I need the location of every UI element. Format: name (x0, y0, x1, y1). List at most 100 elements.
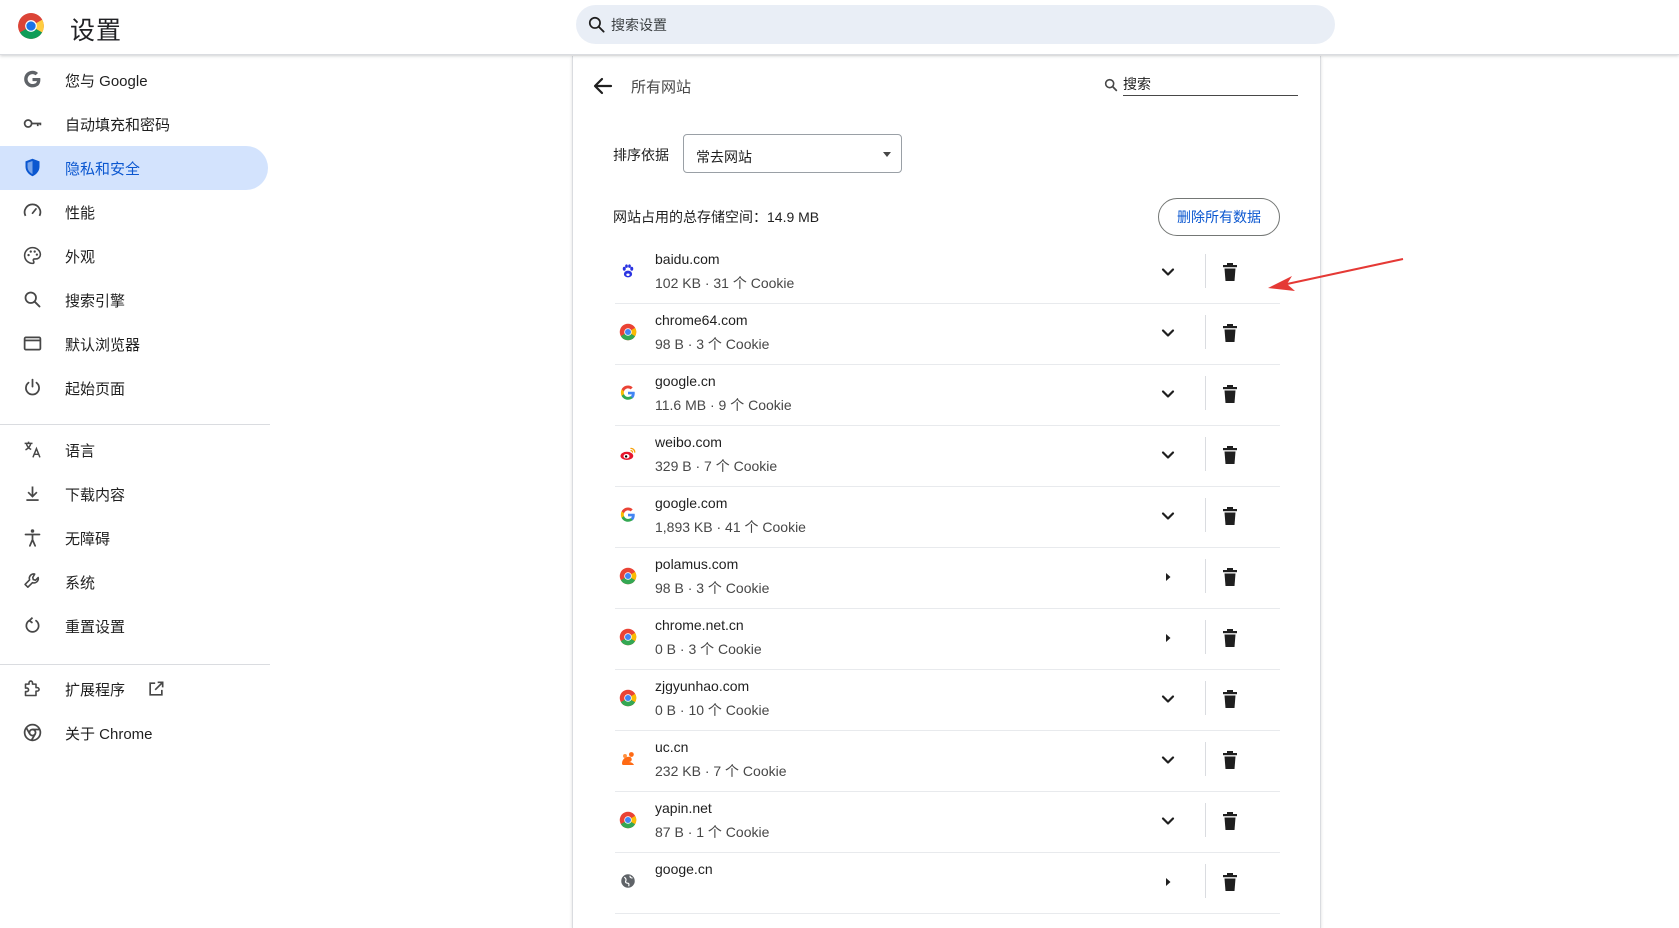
chevron-down-icon[interactable] (1156, 443, 1180, 467)
chevron-down-icon[interactable] (1156, 382, 1180, 406)
sort-dropdown[interactable]: 常去网站 (683, 134, 902, 173)
search-icon (588, 16, 605, 33)
site-storage-info: 87 B · 1 个 Cookie (655, 824, 770, 840)
sidebar-item-autofill[interactable]: 自动填充和密码 (0, 102, 268, 146)
trash-icon[interactable] (1218, 626, 1242, 650)
wrench-icon (24, 573, 40, 588)
sidebar-item-label: 性能 (65, 205, 96, 222)
chevron-down-icon[interactable] (1156, 321, 1180, 345)
sidebar-item-performance[interactable]: 性能 (0, 190, 268, 234)
sidebar-item-languages[interactable]: 语言 (0, 428, 268, 472)
sidebar-item-label: 隐私和安全 (65, 161, 141, 178)
site-name: polamus.com (655, 556, 739, 572)
sort-selected-value: 常去网站 (696, 149, 752, 165)
accessibility-icon (24, 529, 41, 547)
site-row[interactable]: google.cn 11.6 MB · 9 个 Cookie (615, 362, 1280, 426)
row-separator (1205, 803, 1206, 837)
trash-icon[interactable] (1218, 260, 1242, 284)
site-row[interactable]: chrome.net.cn 0 B · 3 个 Cookie (615, 606, 1280, 670)
row-separator (1205, 681, 1206, 715)
row-separator (1205, 315, 1206, 349)
sidebar-item-label: 系统 (65, 575, 96, 592)
trash-icon[interactable] (1218, 748, 1242, 772)
sidebar-item-about-chrome[interactable]: 关于 Chrome (0, 711, 268, 755)
site-row[interactable]: chrome64.com 98 B · 3 个 Cookie (615, 301, 1280, 365)
arrow-right-icon[interactable] (1156, 565, 1180, 589)
sidebar-item-label: 重置设置 (65, 619, 126, 636)
chevron-down-icon[interactable] (1156, 748, 1180, 772)
delete-all-data-button[interactable]: 删除所有数据 (1158, 198, 1280, 236)
chevron-down-icon[interactable] (1156, 504, 1180, 528)
site-storage-info: 0 B · 3 个 Cookie (655, 641, 762, 657)
trash-icon[interactable] (1218, 687, 1242, 711)
sidebar-item-you-and-google[interactable]: 您与 Google (0, 58, 268, 102)
sidebar-item-search-engine[interactable]: 搜索引擎 (0, 278, 268, 322)
site-row[interactable]: polamus.com 98 B · 3 个 Cookie (615, 545, 1280, 609)
browser-window-icon (23, 336, 42, 351)
site-row[interactable]: baidu.com 102 KB · 31 个 Cookie (615, 240, 1280, 304)
site-name: chrome.net.cn (655, 617, 744, 633)
site-row[interactable]: weibo.com 329 B · 7 个 Cookie (615, 423, 1280, 487)
trash-icon[interactable] (1218, 565, 1242, 589)
trash-icon[interactable] (1218, 809, 1242, 833)
sidebar-item-appearance[interactable]: 外观 (0, 234, 268, 278)
app-title: 设置 (70, 17, 123, 45)
sidebar-item-extensions[interactable]: 扩展程序 (0, 667, 268, 711)
total-storage-text: 网站占用的总存储空间：14.9 MB (613, 209, 820, 225)
back-arrow-icon[interactable] (591, 74, 615, 98)
weibo-favicon (619, 445, 637, 463)
palette-icon (23, 246, 42, 265)
site-row[interactable]: google.com 1,893 KB · 41 个 Cookie (615, 484, 1280, 548)
download-icon (26, 486, 39, 501)
site-row[interactable]: uc.cn 232 KB · 7 个 Cookie (615, 728, 1280, 792)
trash-icon[interactable] (1218, 870, 1242, 894)
uc-squirrel-favicon (619, 750, 637, 768)
sidebar-item-privacy[interactable]: 隐私和安全 (0, 146, 268, 190)
trash-icon[interactable] (1218, 443, 1242, 467)
sidebar-divider (0, 664, 270, 665)
sidebar-item-accessibility[interactable]: 无障碍 (0, 516, 268, 560)
sidebar-item-label: 自动填充和密码 (65, 117, 171, 134)
puzzle-icon (24, 680, 40, 697)
row-separator (1205, 437, 1206, 471)
sidebar-item-system[interactable]: 系统 (0, 560, 268, 604)
sidebar-item-default-browser[interactable]: 默认浏览器 (0, 322, 268, 366)
key-icon (23, 119, 42, 128)
trash-icon[interactable] (1218, 504, 1242, 528)
sidebar-item-label: 起始页面 (65, 381, 126, 398)
google-favicon-small (619, 384, 637, 402)
translate-icon (24, 441, 41, 458)
chevron-down-icon[interactable] (1156, 687, 1180, 711)
open-in-new-icon[interactable] (146, 679, 166, 699)
sidebar-item-startup[interactable]: 起始页面 (0, 366, 268, 410)
site-row[interactable]: googe.cn (615, 850, 1280, 914)
sidebar-item-label: 关于 Chrome (65, 726, 153, 743)
chevron-down-icon[interactable] (1156, 260, 1180, 284)
sidebar-item-reset[interactable]: 重置设置 (0, 604, 268, 648)
site-row[interactable]: yapin.net 87 B · 1 个 Cookie (615, 789, 1280, 853)
chevron-down-icon[interactable] (1156, 809, 1180, 833)
site-name: uc.cn (655, 739, 689, 755)
site-search-input[interactable] (1123, 72, 1298, 96)
site-storage-info: 102 KB · 31 个 Cookie (655, 275, 795, 291)
chrome-logo-icon (18, 13, 44, 39)
site-storage-info: 232 KB · 7 个 Cookie (655, 763, 787, 779)
all-sites-card: 所有网站 排序依据 常去网站 网站占用的总存储空间：14.9 MB 删除所有数据… (572, 56, 1321, 928)
google-g-icon (24, 70, 41, 88)
settings-search-box[interactable] (576, 5, 1335, 44)
page-title: 所有网站 (631, 79, 692, 96)
site-name: weibo.com (655, 434, 722, 450)
speedometer-icon (23, 203, 42, 217)
sort-label: 排序依据 (613, 147, 669, 163)
site-row[interactable]: zjgyunhao.com 0 B · 10 个 Cookie (615, 667, 1280, 731)
row-separator (1205, 742, 1206, 776)
sidebar-item-label: 外观 (65, 249, 96, 266)
sidebar-item-downloads[interactable]: 下载内容 (0, 472, 268, 516)
row-separator (1205, 498, 1206, 532)
settings-search-input[interactable] (611, 5, 1311, 44)
arrow-right-icon[interactable] (1156, 870, 1180, 894)
chrome-favicon (619, 689, 637, 707)
arrow-right-icon[interactable] (1156, 626, 1180, 650)
trash-icon[interactable] (1218, 382, 1242, 406)
trash-icon[interactable] (1218, 321, 1242, 345)
